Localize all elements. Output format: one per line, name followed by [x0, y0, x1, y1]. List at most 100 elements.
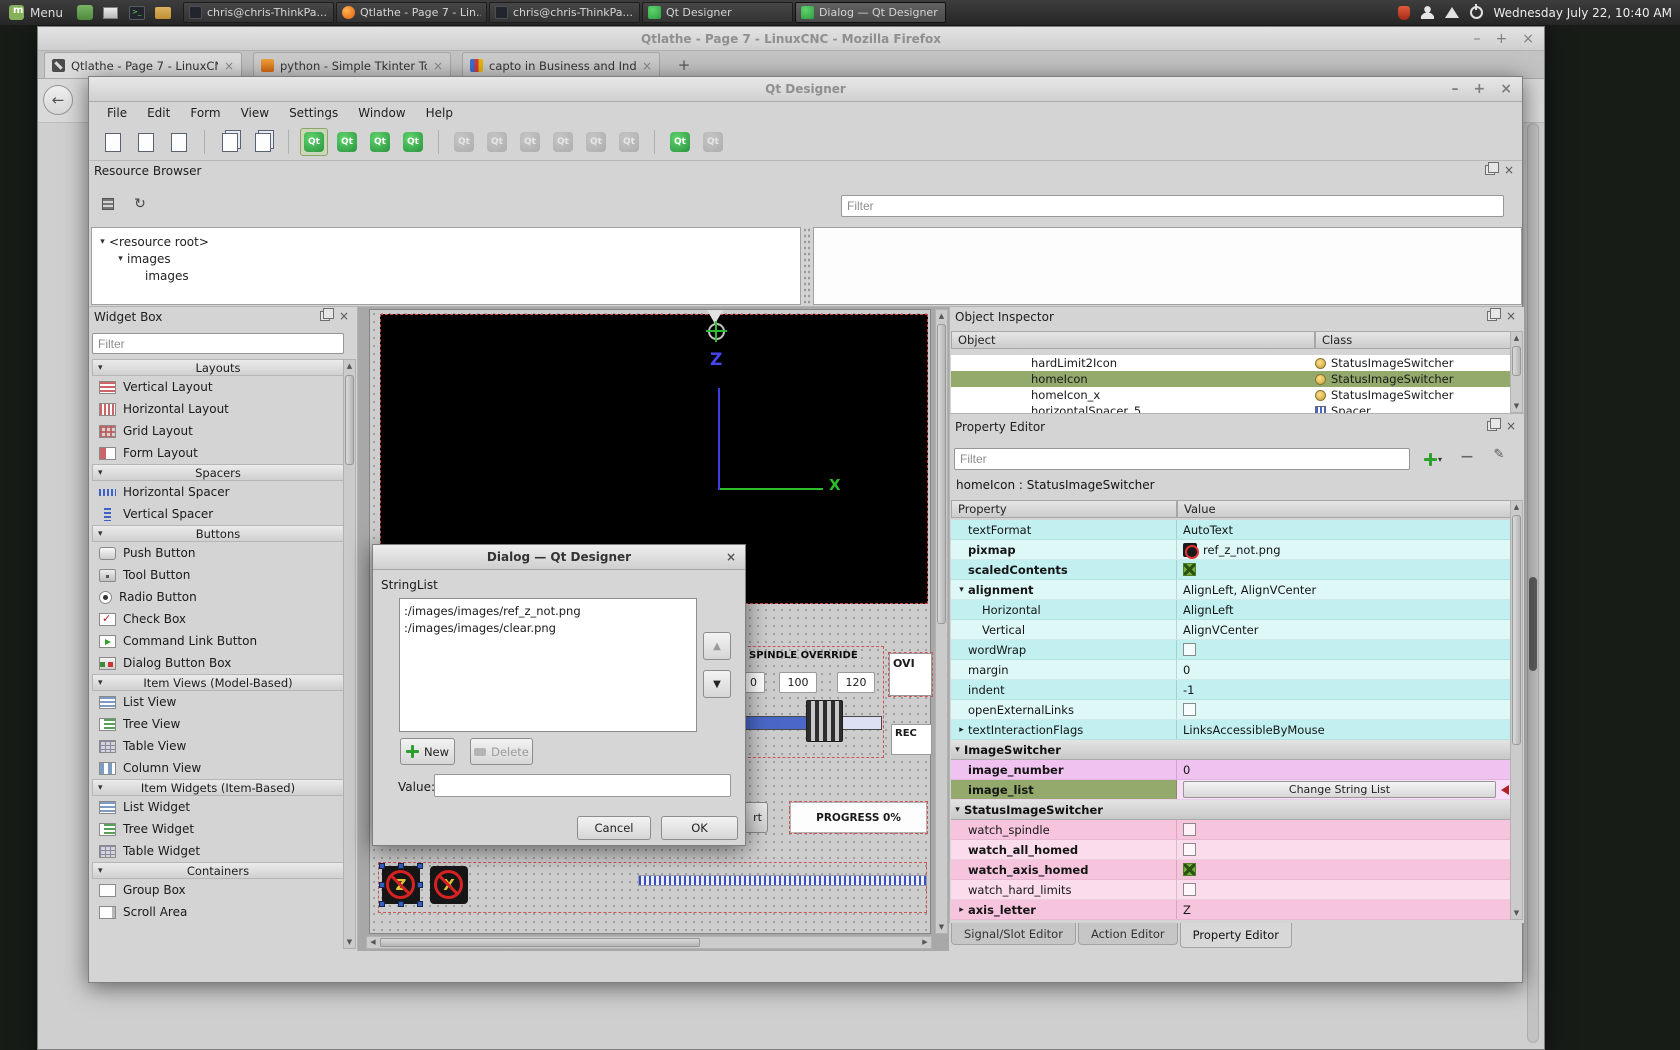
scroll-up-icon[interactable]: ▲: [936, 310, 947, 322]
property-name-cell[interactable]: watch_axis_homed: [951, 860, 1177, 879]
property-value-cell[interactable]: ref_z_not.png: [1177, 540, 1512, 559]
tab-close-icon[interactable]: ×: [224, 59, 234, 73]
widget-horizontal-layout[interactable]: Horizontal Layout: [92, 398, 344, 420]
move-down-button[interactable]: ▼: [703, 670, 731, 698]
property-name-cell[interactable]: image_number: [951, 760, 1177, 779]
stringlist-listbox[interactable]: :/images/images/ref_z_not.png:/images/im…: [399, 598, 697, 732]
form-horizontal-scrollbar[interactable]: ◀ ▶: [366, 936, 932, 949]
property-group-imageswitcher[interactable]: ▾ImageSwitcher: [951, 740, 1512, 760]
resource-filter-input[interactable]: [841, 195, 1504, 217]
resource-tree-row[interactable]: ▾<resource root>: [92, 233, 800, 250]
resource-splitter[interactable]: [803, 227, 811, 305]
firefox-tab[interactable]: capto in Business and Indust...×: [462, 52, 660, 78]
tab-close-icon[interactable]: ×: [433, 59, 443, 73]
terminal-launcher-icon-button[interactable]: [126, 1, 148, 24]
ok-button[interactable]: OK: [661, 816, 738, 840]
widgetbox-section-buttons[interactable]: ▾Buttons: [92, 525, 344, 542]
property-name-cell[interactable]: image_list: [951, 780, 1177, 799]
power-icon[interactable]: [1470, 6, 1483, 19]
firefox-scrollbar-thumb[interactable]: [1529, 577, 1537, 671]
tab-property-editor[interactable]: Property Editor: [1180, 923, 1292, 948]
reload-resources-button[interactable]: ↻: [129, 193, 151, 215]
property-value-cell[interactable]: [1177, 880, 1512, 899]
column-header-property[interactable]: Property: [951, 500, 1177, 518]
dialog-titlebar[interactable]: Dialog — Qt Designer ×: [373, 545, 745, 570]
widget-form-layout[interactable]: Form Layout: [92, 442, 344, 464]
scrollbar-thumb[interactable]: [1512, 515, 1521, 745]
selection-handle[interactable]: [417, 882, 423, 888]
checkbox-checked-icon[interactable]: [1183, 863, 1196, 876]
selection-handle[interactable]: [398, 901, 404, 907]
scrollbar-thumb[interactable]: [380, 938, 700, 947]
scrollbar-thumb[interactable]: [937, 324, 946, 624]
firefox-close-button[interactable]: ×: [1522, 32, 1534, 46]
paste-icon[interactable]: [249, 128, 277, 156]
close-dock-icon[interactable]: ×: [1506, 421, 1516, 431]
property-value-cell[interactable]: [1177, 860, 1512, 879]
tree-expander-icon[interactable]: ▾: [96, 237, 109, 247]
property-name-cell[interactable]: textFormat: [951, 520, 1177, 539]
widget-column-view[interactable]: Column View: [92, 757, 344, 779]
edit-resources-button[interactable]: [97, 193, 119, 215]
break-layout-icon[interactable]: Qt: [666, 128, 694, 156]
selection-handle[interactable]: [379, 901, 385, 907]
widget-command-link-button[interactable]: Command Link Button: [92, 630, 344, 652]
property-value-cell[interactable]: [1177, 840, 1512, 859]
menu-help[interactable]: Help: [416, 104, 463, 122]
menu-file[interactable]: File: [97, 104, 137, 122]
property-value-cell[interactable]: Z: [1177, 900, 1512, 919]
folder-launcher-icon-button[interactable]: [152, 1, 174, 24]
selection-handle[interactable]: [379, 882, 385, 888]
widgetbox-filter-input[interactable]: [92, 333, 344, 354]
edit-buddies-icon[interactable]: Qt: [366, 128, 394, 156]
menu-settings[interactable]: Settings: [279, 104, 348, 122]
tree-expander-icon[interactable]: ▾: [114, 254, 127, 264]
home-z-icon[interactable]: Z: [382, 866, 420, 904]
taskbar-task[interactable]: Qt Designer: [642, 2, 793, 23]
property-value-cell[interactable]: Change String List: [1177, 780, 1512, 799]
scroll-up-icon[interactable]: ▲: [344, 360, 355, 372]
widget-dialog-button-box[interactable]: Dialog Button Box: [92, 652, 344, 674]
selection-handle[interactable]: [417, 901, 423, 907]
firefox-tab[interactable]: python - Simple Tkinter Togg...×: [253, 52, 451, 78]
scroll-up-icon[interactable]: ▲: [1511, 332, 1522, 344]
stringlist-item[interactable]: :/images/images/ref_z_not.png: [400, 602, 696, 619]
widgetbox-section-item-views-model-based[interactable]: ▾Item Views (Model-Based): [92, 674, 344, 691]
open-form-icon[interactable]: [132, 128, 160, 156]
scroll-left-icon[interactable]: ◀: [367, 937, 379, 948]
menu-form[interactable]: Form: [180, 104, 230, 122]
widget-push-button[interactable]: Push Button: [92, 542, 344, 564]
resource-tree-row[interactable]: ▾images: [92, 250, 800, 267]
checkbox-unchecked-icon[interactable]: [1183, 883, 1196, 896]
close-dock-icon[interactable]: ×: [1506, 311, 1516, 321]
scrollbar-thumb[interactable]: [1512, 346, 1521, 376]
checkbox-unchecked-icon[interactable]: [1183, 823, 1196, 836]
back-button[interactable]: ←: [43, 85, 73, 115]
form-vertical-scrollbar[interactable]: ▲ ▼: [935, 309, 948, 934]
property-value-cell[interactable]: [1177, 820, 1512, 839]
inspector-row[interactable]: hardLimit2IconStatusImageSwitcher: [951, 355, 1513, 371]
property-value-cell[interactable]: [1177, 700, 1512, 719]
menu-button[interactable]: Menu: [0, 0, 72, 25]
firefox-titlebar[interactable]: Qtlathe - Page 7 - LinuxCNC - Mozilla Fi…: [38, 27, 1544, 51]
configure-property-editor-button[interactable]: ✎: [1488, 447, 1510, 467]
taskbar-task[interactable]: Dialog — Qt Designer: [795, 2, 946, 23]
scroll-right-icon[interactable]: ▶: [919, 937, 931, 948]
property-value-cell[interactable]: [1177, 560, 1512, 579]
float-dock-icon[interactable]: [320, 311, 330, 321]
property-name-cell[interactable]: wordWrap: [951, 640, 1177, 659]
widget-table-widget[interactable]: Table Widget: [92, 840, 344, 862]
desktop-launcher-icon-button[interactable]: [100, 1, 122, 24]
property-scrollbar[interactable]: ▲ ▼: [1510, 500, 1523, 920]
property-name-cell[interactable]: pixmap: [951, 540, 1177, 559]
new-form-icon[interactable]: [99, 128, 127, 156]
firefox-tab[interactable]: Qtlathe - Page 7 - LinuxCNC×: [44, 52, 242, 78]
qt-designer-titlebar[interactable]: Qt Designer –+×: [89, 77, 1522, 102]
widget-vertical-layout[interactable]: Vertical Layout: [92, 376, 344, 398]
delete-string-button[interactable]: Delete: [470, 738, 533, 765]
property-filter-input[interactable]: [954, 448, 1410, 470]
stringlist-item[interactable]: :/images/images/clear.png: [400, 619, 696, 636]
widget-scroll-area[interactable]: Scroll Area: [92, 901, 344, 923]
property-name-cell[interactable]: scaledContents: [951, 560, 1177, 579]
property-name-cell[interactable]: indent: [951, 680, 1177, 699]
